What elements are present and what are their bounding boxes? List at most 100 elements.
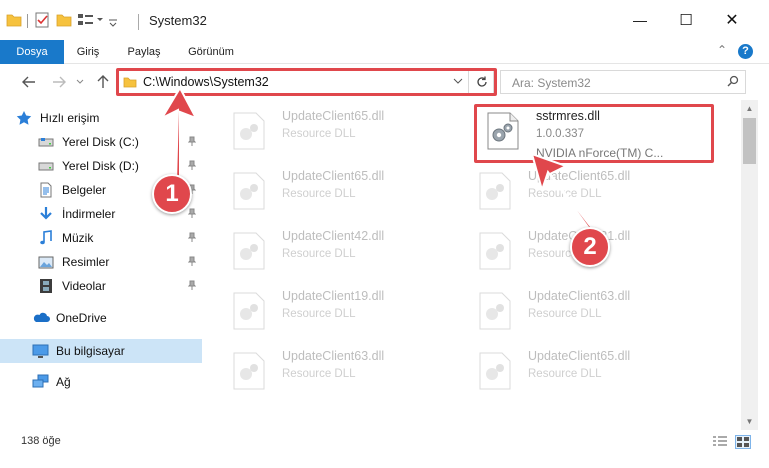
nav-network-label: Ağ	[56, 375, 71, 389]
properties-icon[interactable]	[34, 12, 50, 31]
dll-file-icon	[479, 172, 511, 210]
close-icon: ✕	[725, 12, 739, 29]
pin-icon[interactable]	[188, 136, 196, 146]
file-item[interactable]: UpdateClient63.dll Resource DLL	[224, 342, 459, 398]
file-type: Resource DLL	[282, 128, 356, 140]
nav-this-pc[interactable]: Bu bilgisayar	[0, 339, 202, 363]
callout-one: 1	[152, 174, 192, 214]
dll-file-icon	[233, 172, 265, 210]
nav-network[interactable]: Ağ	[0, 370, 202, 394]
pin-icon[interactable]	[188, 160, 196, 170]
view-options-icon[interactable]	[78, 13, 104, 30]
nav-onedrive[interactable]: OneDrive	[0, 306, 202, 330]
file-name: UpdateClient65.dll	[282, 169, 385, 183]
tab-share-label: Paylaş	[127, 46, 161, 58]
file-type: Resource DLL	[528, 368, 602, 380]
nav-local-disk-c[interactable]: Yerel Disk (C:)	[0, 130, 202, 154]
search-input[interactable]: Ara: System32	[512, 76, 591, 90]
nav-pictures[interactable]: Resimler	[0, 250, 202, 274]
folder-icon[interactable]	[6, 13, 22, 27]
quick-access-toolbar	[6, 13, 22, 27]
file-type: Resource DLL	[282, 368, 356, 380]
maximize-button[interactable]: ☐	[663, 0, 709, 40]
file-item[interactable]: UpdateClient42.dll Resource DLL	[224, 222, 459, 278]
nav-local-disk-c-label: Yerel Disk (C:)	[62, 135, 139, 149]
back-button[interactable]	[19, 72, 39, 92]
title-separator	[138, 14, 139, 30]
star-icon	[16, 110, 32, 126]
ribbon-expand-icon[interactable]: ⌃	[717, 43, 727, 57]
file-name: UpdateClient65.dll	[528, 349, 631, 363]
scroll-down-arrow-icon[interactable]: ▼	[741, 413, 758, 430]
window-title: System32	[149, 13, 207, 28]
new-folder-icon[interactable]	[56, 13, 72, 30]
customize-toolbar-icon[interactable]	[108, 16, 118, 30]
download-icon	[38, 206, 54, 222]
file-name: UpdateClient65.dll	[282, 109, 385, 123]
up-arrow-icon	[97, 75, 109, 88]
file-type: Resource DLL	[282, 188, 356, 200]
large-icons-view-icon[interactable]	[735, 435, 751, 449]
nav-local-disk-d-label: Yerel Disk (D:)	[62, 159, 139, 173]
nav-music-label: Müzik	[62, 231, 94, 245]
title-bar: System32 — ☐ ✕	[0, 0, 769, 40]
ribbon: Dosya Giriş Paylaş Görünüm ⌃ ?	[0, 40, 769, 64]
file-type: Resource DLL	[528, 188, 602, 200]
file-item[interactable]: UpdateClient19.dll Resource DLL	[224, 282, 459, 338]
scroll-up-arrow-icon[interactable]: ▲	[741, 100, 758, 117]
search-box[interactable]: Ara: System32	[500, 70, 746, 94]
nav-downloads-label: İndirmeler	[62, 207, 116, 221]
nav-documents-label: Belgeler	[62, 183, 107, 197]
status-bar: 138 öğe	[0, 430, 769, 454]
nav-videos-label: Videolar	[62, 279, 106, 293]
file-highlight	[474, 104, 714, 163]
dll-file-icon	[233, 292, 265, 330]
file-item[interactable]: UpdateClient65.dll Resource DLL	[470, 162, 705, 218]
nav-onedrive-label: OneDrive	[56, 311, 107, 325]
up-button[interactable]	[93, 72, 113, 92]
tab-file-label: Dosya	[16, 46, 48, 58]
search-icon[interactable]	[727, 75, 739, 90]
nav-videos[interactable]: Videolar	[0, 274, 202, 298]
dll-file-icon	[479, 292, 511, 330]
file-item[interactable]: UpdateClient65.dll Resource DLL	[224, 162, 459, 218]
file-name: UpdateClient42.dll	[282, 229, 385, 243]
navigation-pane: Hızlı erişim Yerel Disk (C:) Yerel Disk …	[0, 100, 206, 430]
help-icon[interactable]: ?	[738, 44, 753, 59]
tab-home-label: Giriş	[76, 46, 100, 58]
file-name: UpdateClient63.dll	[528, 289, 631, 303]
file-item[interactable]: UpdateClient65.dll Resource DLL	[224, 102, 459, 158]
back-arrow-icon	[22, 76, 35, 88]
nav-pictures-label: Resimler	[62, 255, 110, 269]
vertical-scrollbar[interactable]: ▲ ▼	[741, 100, 758, 430]
dll-file-icon	[233, 112, 265, 150]
pin-icon[interactable]	[188, 256, 196, 266]
drive-icon	[38, 158, 54, 174]
close-button[interactable]: ✕	[709, 0, 755, 40]
tab-view[interactable]: Görünüm	[178, 40, 244, 64]
minimize-icon: —	[633, 12, 647, 28]
document-icon	[38, 182, 54, 198]
tab-file[interactable]: Dosya	[0, 40, 64, 64]
film-icon	[38, 278, 54, 294]
address-highlight	[116, 68, 497, 96]
pin-icon[interactable]	[188, 232, 196, 242]
network-icon	[32, 374, 49, 390]
tab-home[interactable]: Giriş	[66, 40, 110, 64]
pin-icon[interactable]	[188, 280, 196, 290]
minimize-button[interactable]: —	[617, 0, 663, 40]
scrollbar-thumb[interactable]	[743, 118, 756, 164]
tab-share[interactable]: Paylaş	[118, 40, 170, 64]
file-name: UpdateClient19.dll	[282, 289, 385, 303]
nav-quick-access[interactable]: Hızlı erişim	[0, 106, 202, 130]
forward-button[interactable]	[49, 72, 69, 92]
file-item[interactable]: UpdateClient63.dll Resource DLL	[470, 282, 705, 338]
nav-music[interactable]: Müzik	[0, 226, 202, 250]
callout-two: 2	[570, 227, 610, 267]
drive-icon	[38, 134, 54, 150]
recent-locations-button[interactable]	[73, 72, 87, 92]
details-view-icon[interactable]	[712, 435, 728, 449]
file-item[interactable]: UpdateClient65.dll Resource DLL	[470, 342, 705, 398]
nav-this-pc-label: Bu bilgisayar	[56, 344, 125, 358]
pin-icon[interactable]	[188, 208, 196, 218]
